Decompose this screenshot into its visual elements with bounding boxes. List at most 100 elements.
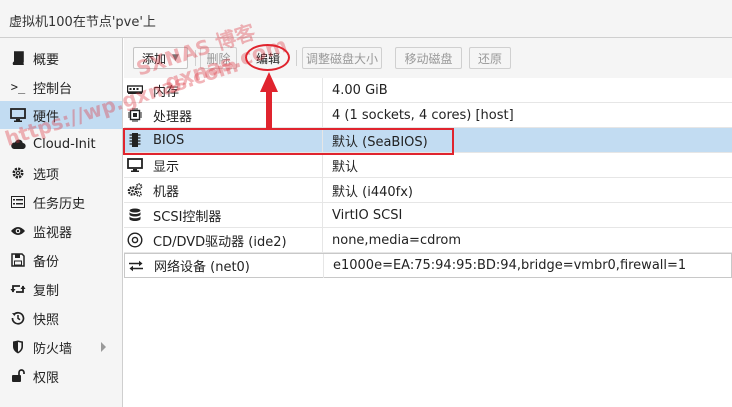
hardware-key-label: SCSI控制器 <box>153 209 222 225</box>
hardware-row-scsi-controller[interactable]: SCSI控制器 VirtIO SCSI <box>124 203 732 228</box>
monitor-icon <box>10 107 26 123</box>
revert-button[interactable]: 还原 <box>469 47 511 69</box>
retweet-icon <box>10 281 26 297</box>
sidebar: 概要 >_ 控制台 硬件 Cloud-Init 选项 任务历史 监视器 备份 复… <box>0 38 123 407</box>
sidebar-item-console[interactable]: >_ 控制台 <box>0 73 122 101</box>
hardware-value: 默认 <box>332 159 359 175</box>
hardware-key-label: 内存 <box>153 84 180 100</box>
sidebar-item-cloud-init[interactable]: Cloud-Init <box>0 130 122 158</box>
sidebar-item-label: 监视器 <box>33 225 73 241</box>
sidebar-item-label: 硬件 <box>33 109 60 125</box>
hardware-row-bios[interactable]: BIOS 默认 (SeaBIOS) <box>124 128 732 153</box>
column-divider <box>322 203 323 227</box>
sidebar-item-label: Cloud-Init <box>33 136 96 152</box>
book-icon <box>10 50 26 66</box>
key-cell: 显示 <box>124 153 322 177</box>
hardware-row-cd-dvd[interactable]: CD/DVD驱动器 (ide2) none,media=cdrom <box>124 228 732 253</box>
toolbar-separator <box>296 50 297 66</box>
gear-icon <box>10 165 26 181</box>
remove-button-label: 删除 <box>206 51 231 66</box>
key-cell: BIOS <box>124 128 322 152</box>
cogs-icon <box>127 182 143 198</box>
remove-button[interactable]: 删除 <box>200 47 237 69</box>
move-disk-button[interactable]: 移动磁盘 <box>395 47 462 69</box>
sidebar-item-label: 概要 <box>33 52 60 68</box>
key-cell: 处理器 <box>124 103 322 127</box>
sidebar-item-label: 防火墙 <box>33 341 73 357</box>
column-divider <box>323 254 324 278</box>
history-icon <box>10 310 26 326</box>
sidebar-item-options[interactable]: 选项 <box>0 159 122 187</box>
key-cell: CD/DVD驱动器 (ide2) <box>124 228 322 252</box>
sidebar-item-backup[interactable]: 备份 <box>0 246 122 274</box>
sidebar-item-label: 权限 <box>33 370 60 386</box>
hardware-row-display[interactable]: 显示 默认 <box>124 153 732 178</box>
hardware-row-machine[interactable]: 机器 默认 (i440fx) <box>124 178 732 203</box>
submenu-arrow-icon <box>101 342 106 352</box>
hardware-key-label: 网络设备 (net0) <box>154 260 250 275</box>
chevron-down-icon: ▼ <box>172 53 179 63</box>
key-cell: SCSI控制器 <box>124 203 322 227</box>
hardware-key-label: 处理器 <box>153 109 193 125</box>
sidebar-item-label: 快照 <box>33 312 60 328</box>
desktop-icon <box>127 157 143 173</box>
microchip-icon <box>127 132 143 148</box>
hardware-value: none,media=cdrom <box>332 232 462 248</box>
toolbar-separator <box>195 50 196 66</box>
hardware-value: e1000e=EA:75:94:95:BD:94,bridge=vmbr0,fi… <box>333 258 687 273</box>
hardware-key-label: CD/DVD驱动器 (ide2) <box>153 234 287 250</box>
sidebar-item-label: 任务历史 <box>33 196 86 212</box>
sidebar-item-replication[interactable]: 复制 <box>0 275 122 303</box>
hardware-key-label: 显示 <box>153 159 180 175</box>
hardware-value: 默认 (i440fx) <box>332 184 413 200</box>
add-button[interactable]: 添加 ▼ <box>133 47 188 69</box>
hardware-row-memory[interactable]: 内存 4.00 GiB <box>124 78 732 103</box>
sidebar-item-monitor[interactable]: 监视器 <box>0 217 122 245</box>
key-cell: 内存 <box>124 78 322 102</box>
hardware-key-label: 机器 <box>153 184 180 200</box>
column-divider <box>322 178 323 202</box>
key-cell: 网络设备 (net0) <box>125 254 323 278</box>
sidebar-item-permissions[interactable]: 权限 <box>0 362 122 390</box>
sidebar-item-snapshots[interactable]: 快照 <box>0 304 122 332</box>
sidebar-item-task-history[interactable]: 任务历史 <box>0 188 122 216</box>
terminal-icon: >_ <box>10 80 26 94</box>
sidebar-item-summary[interactable]: 概要 <box>0 44 122 72</box>
floppy-icon <box>10 252 26 268</box>
hardware-value: 4 (1 sockets, 4 cores) [host] <box>332 107 514 123</box>
cloud-icon <box>10 136 26 152</box>
hardware-value: VirtIO SCSI <box>332 207 403 223</box>
edit-button-label: 编辑 <box>255 51 280 66</box>
sidebar-item-label: 复制 <box>33 283 60 299</box>
window-titlebar: 虚拟机100在节点'pve'上 <box>0 0 732 38</box>
eye-icon <box>10 223 26 239</box>
database-icon <box>127 207 143 223</box>
cdrom-icon <box>127 232 143 248</box>
resize-disk-button[interactable]: 调整磁盘大小 <box>302 47 382 69</box>
sidebar-item-hardware[interactable]: 硬件 <box>0 101 122 129</box>
add-button-label: 添加 <box>142 51 167 66</box>
edit-button[interactable]: 编辑 <box>248 47 288 69</box>
memory-icon <box>127 82 143 98</box>
shield-icon <box>10 339 26 355</box>
hardware-toolbar: 添加 ▼ 删除 编辑 调整磁盘大小 移动磁盘 还原 <box>124 38 732 78</box>
resize-disk-button-label: 调整磁盘大小 <box>305 51 378 66</box>
hardware-row-cpu[interactable]: 处理器 4 (1 sockets, 4 cores) [host] <box>124 103 732 128</box>
column-divider <box>322 78 323 102</box>
sidebar-item-label: 控制台 <box>33 81 73 97</box>
revert-button-label: 还原 <box>477 51 502 66</box>
hardware-value: 默认 (SeaBIOS) <box>332 134 428 150</box>
sidebar-item-firewall[interactable]: 防火墙 <box>0 333 122 361</box>
hardware-value: 4.00 GiB <box>332 82 388 98</box>
sidebar-item-label: 备份 <box>33 254 60 270</box>
column-divider <box>322 128 323 152</box>
sidebar-item-label: 选项 <box>33 167 60 183</box>
column-divider <box>322 153 323 177</box>
exchange-icon <box>128 258 144 274</box>
column-divider <box>322 103 323 127</box>
hardware-key-label: BIOS <box>153 132 185 148</box>
column-divider <box>322 228 323 252</box>
unlock-icon <box>10 368 26 384</box>
hardware-row-network[interactable]: 网络设备 (net0) e1000e=EA:75:94:95:BD:94,bri… <box>124 253 732 278</box>
cpu-icon <box>127 107 143 123</box>
